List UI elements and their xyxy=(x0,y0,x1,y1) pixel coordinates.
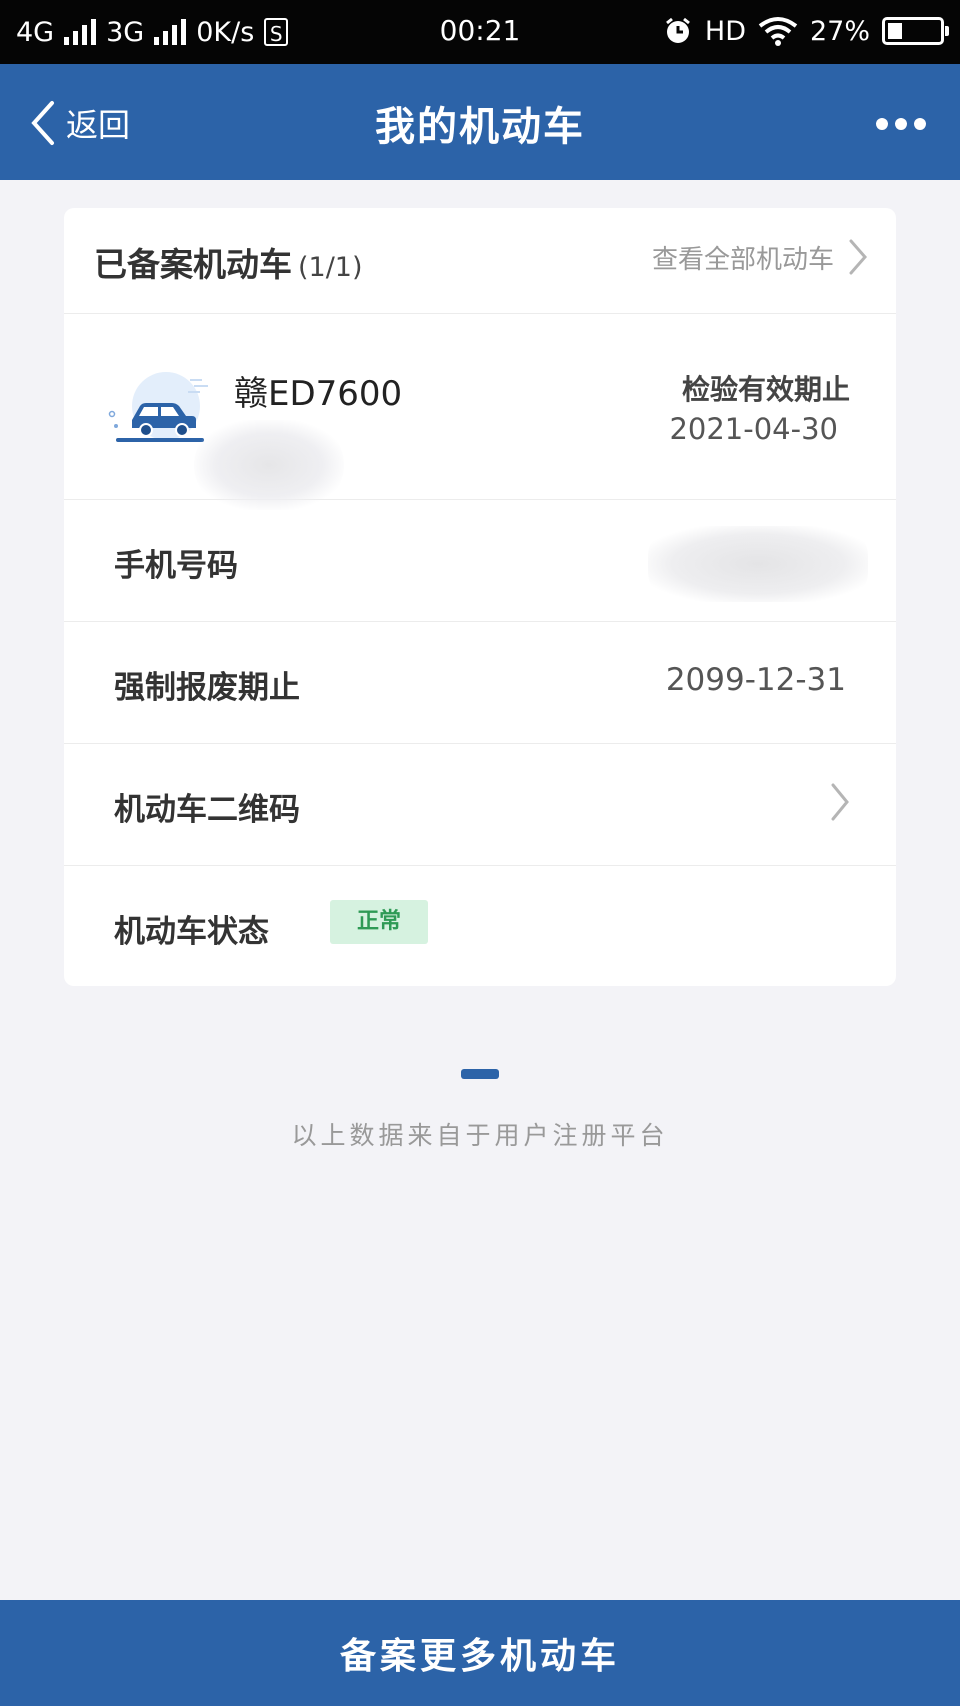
qrcode-row[interactable]: 机动车二维码 xyxy=(64,744,896,866)
registered-vehicles-count: (1/1) xyxy=(298,252,363,283)
register-more-label: 备案更多机动车 xyxy=(339,1636,620,1677)
license-plate: 赣ED7600 xyxy=(234,374,403,414)
app-bar: 返回 我的机动车 xyxy=(0,64,960,180)
data-source-note: 以上数据来自于用户注册平台 xyxy=(291,1121,669,1150)
inspection-date: 2021-04-30 xyxy=(669,412,838,446)
registered-vehicles-label: 已备案机动车 xyxy=(94,245,292,284)
more-dot xyxy=(895,118,907,130)
page-title: 我的机动车 xyxy=(375,104,585,150)
scrap-label: 强制报废期止 xyxy=(114,670,300,706)
wifi-icon xyxy=(758,17,798,46)
alarm-icon xyxy=(665,17,690,43)
divider-dash xyxy=(461,1069,499,1079)
chevron-right-icon xyxy=(849,239,867,275)
more-button[interactable] xyxy=(876,104,926,144)
more-dot xyxy=(914,118,926,130)
vehicle-card: 已备案机动车 (1/1) 查看全部机动车 赣ED7600 检验有效期止 2021-… xyxy=(64,208,896,986)
redacted-phone-number xyxy=(648,526,868,602)
more-dot xyxy=(876,118,888,130)
registered-vehicles-title: 已备案机动车 (1/1) xyxy=(94,238,363,286)
card-header: 已备案机动车 (1/1) 查看全部机动车 xyxy=(64,208,896,314)
status-row: 机动车状态 正常 xyxy=(64,866,896,986)
phone-row: 手机号码 xyxy=(64,500,896,622)
view-all-label: 查看全部机动车 xyxy=(651,244,834,275)
redacted-owner-info xyxy=(194,420,344,510)
status-bar-right: HD 27% xyxy=(663,14,949,48)
phone-label: 手机号码 xyxy=(114,548,238,584)
inspection-label: 检验有效期止 xyxy=(681,373,850,406)
qrcode-label: 机动车二维码 xyxy=(114,792,300,828)
vehicle-summary-row[interactable]: 赣ED7600 检验有效期止 2021-04-30 xyxy=(64,314,896,510)
battery-percent: 27% xyxy=(809,15,870,47)
scrap-date-row: 强制报废期止 2099-12-31 xyxy=(64,622,896,744)
status-bar: 4G 3G 0K/s S 00:21 HD 27% xyxy=(0,0,960,64)
status-label: 机动车状态 xyxy=(114,914,269,950)
hd-indicator: HD xyxy=(704,15,746,47)
status-badge: 正常 xyxy=(330,900,428,944)
view-all-vehicles-link[interactable]: 查看全部机动车 xyxy=(652,238,868,276)
battery-icon xyxy=(882,17,949,45)
scrap-date: 2099-12-31 xyxy=(665,662,846,698)
chevron-right-icon xyxy=(831,783,849,821)
register-more-vehicles-button[interactable]: 备案更多机动车 xyxy=(0,1600,960,1706)
